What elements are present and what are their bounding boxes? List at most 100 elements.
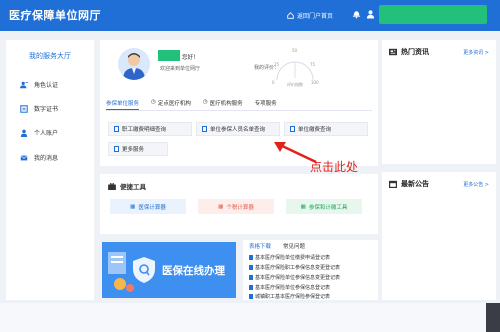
role-icon [20,81,28,88]
sidebar-item-certificate[interactable]: 数字证书 [20,104,58,113]
sidebar-item-label: 我的消息 [34,155,59,162]
gauge-tick: 100 [311,80,319,85]
avatar [118,48,150,80]
tab-special[interactable]: 专项服务 [255,99,277,110]
tab-designated[interactable]: ◷ 定点医疗机构 [151,99,191,110]
download-item-label: 基本医疗保险职工参保信息变更登记表 [255,265,341,271]
sidebar-item-account[interactable]: 个人账户 [20,128,58,137]
quick-btn-unit-payment[interactable]: 单位缴费查询 [284,122,368,136]
gauge-tick: 0 [272,80,275,85]
tool-label: 个税计算器 [226,204,254,211]
sidebar: 我的服务大厅 角色认证 数字证书 个人账户 我的消息 [6,40,94,300]
sidebar-item-label: 数字证书 [34,106,59,113]
quick-btn-insured-list[interactable]: 单位参保人员名单查询 [196,122,280,136]
tab-medical[interactable]: ◷ 医疗机构服务 [203,99,243,110]
company-name-redacted [158,50,180,61]
welcome-text: 欢迎来到单位网厅 [160,66,201,72]
download-item[interactable]: 基本医疗保险单位参保信息变更登记表 [249,274,340,281]
tab-label: 参保单位服务 [106,101,140,107]
footer-bar [0,303,500,332]
calculator-icon: ▦ [300,203,306,210]
document-icon [114,126,119,132]
bell-icon[interactable] [352,9,361,19]
downloads-panel: 表格下载 常见问题 基本医疗保险单位缴费申请登记表 基本医疗保险职工参保信息变更… [243,240,378,300]
service-card: 您好！ 欢迎来到单位网厅 我的评价： 50 25 75 0 100 评价指数 参… [100,40,378,166]
user-name-redacted[interactable] [379,5,487,24]
tool-label: 参保和计缴工具 [308,204,348,211]
notice-header: 最新公告 [389,179,429,189]
download-item[interactable]: 城镇职工基本医疗保险参保登记表 [249,293,330,300]
more-notice-link[interactable]: 更多公告 > [463,181,489,188]
tab-label: 医疗机构服务 [209,101,243,107]
file-icon [249,255,253,260]
download-item-label: 城镇职工基本医疗保险参保登记表 [255,294,331,300]
tool-tax-calculator[interactable]: ▦ 个税计算器 [198,199,274,214]
portal-home-link[interactable]: 返回门户首页 [287,11,333,20]
quick-btn-label: 单位缴费查询 [298,127,332,133]
file-icon [249,294,253,299]
download-item[interactable]: 基本医疗保险单位参保信息登记表 [249,284,330,291]
banner-title: 医保在线办理 [162,265,225,277]
tab-employer[interactable]: 参保单位服务 [106,99,140,110]
more-news-link[interactable]: 更多资讯 > [463,49,489,56]
calendar-icon [389,180,397,188]
file-icon [249,265,253,270]
home-icon [287,12,294,19]
downloads-tabs: 表格下载 常见问题 [249,242,305,250]
calculator-icon: ▦ [218,203,224,210]
sidebar-item-label: 个人账户 [34,130,59,137]
tools-title-text: 便捷工具 [120,183,146,191]
clock-icon: ◷ [151,99,156,105]
download-item-label: 基本医疗保险单位参保信息登记表 [255,285,331,291]
certificate-icon [20,104,28,113]
tools-card: 便捷工具 ▦ 医保计算器 ▦ 个税计算器 ▦ 参保和计缴工具 [100,174,378,234]
person-icon [20,129,28,137]
rating-gauge: 50 25 75 0 100 评价指数 [272,48,319,87]
annotation-click-here: 点击此处 [310,160,359,174]
sidebar-item-messages[interactable]: 我的消息 [20,153,58,162]
sidebar-title: 我的服务大厅 [29,52,71,60]
greeting-text: 您好！ [182,55,199,61]
document-icon [290,126,295,132]
tab-label: 专项服务 [254,101,277,107]
sidebar-item-role[interactable]: 角色认证 [20,80,58,89]
gauge-tick: 25 [274,62,280,67]
file-icon [249,285,253,290]
hot-news-title: 热门资讯 [401,48,429,56]
quick-btn-more[interactable]: 更多服务 [108,142,168,156]
gauge-tick: 50 [292,48,298,53]
calculator-icon: ▦ [130,203,136,210]
toolbox-icon [108,182,116,190]
file-icon [249,275,253,280]
hot-news-panel: 热门资讯 更多资讯 > [382,40,496,164]
quick-btn-employee-payment[interactable]: 职工缴费明细查询 [108,122,192,136]
notice-panel: 最新公告 更多公告 > [382,172,496,300]
tab-faq[interactable]: 常见问题 [283,242,305,250]
online-service-banner[interactable]: 医保在线办理 [102,242,236,298]
document-icon [114,146,119,152]
user-icon[interactable] [366,9,375,19]
news-icon [389,48,397,56]
tab-label: 定点医疗机构 [157,101,191,107]
side-control[interactable] [486,303,500,332]
quick-btn-label: 更多服务 [122,147,145,153]
hot-news-header: 热门资讯 [389,47,429,57]
tool-medical-calculator[interactable]: ▦ 医保计算器 [110,199,186,214]
download-item-label: 基本医疗保险单位缴费申请登记表 [255,255,331,261]
quick-btn-label: 单位参保人员名单查询 [210,127,266,133]
app-title: 医疗保障单位网厅 [9,9,101,22]
notice-title: 最新公告 [401,180,429,188]
download-item[interactable]: 基本医疗保险职工参保信息变更登记表 [249,264,340,271]
service-tabs: 参保单位服务 ◷ 定点医疗机构 ◷ 医疗机构服务 专项服务 [106,99,372,111]
tool-label: 医保计算器 [138,204,166,211]
tab-form-download[interactable]: 表格下载 [249,242,271,250]
top-header: 医疗保障单位网厅 返回门户首页 [0,0,500,31]
portal-label: 返回门户首页 [297,13,334,20]
document-icon [202,126,207,132]
mail-icon [20,154,28,160]
tool-contribution[interactable]: ▦ 参保和计缴工具 [286,199,362,214]
download-item[interactable]: 基本医疗保险单位缴费申请登记表 [249,254,330,261]
quick-btn-label: 职工缴费明细查询 [122,127,167,133]
gauge-caption: 评价指数 [287,81,303,87]
clock-icon: ◷ [202,99,208,105]
